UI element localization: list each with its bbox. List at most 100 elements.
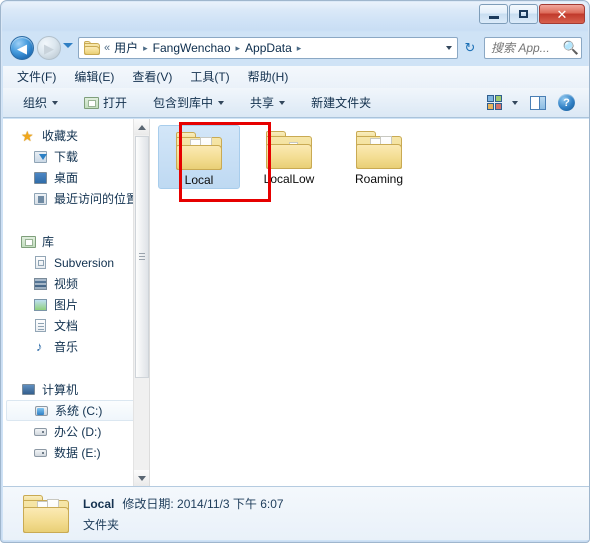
file-item-roaming[interactable]: Roaming [338,125,420,189]
history-dropdown-button[interactable] [63,43,74,53]
breadcrumb-separator-icon[interactable]: ▸ [140,38,151,58]
navigation-pane[interactable]: ★ 收藏夹 下载 桌面 最近访问的位置 库 Subversion 视频 图片 文… [3,119,150,486]
address-dropdown-button[interactable] [440,38,457,58]
maximize-button[interactable] [509,4,538,24]
address-bar-row: ◀ ▶ « 用户 ▸ FangWenchao ▸ AppData ▸ ↻ 搜索 … [2,32,589,65]
breadcrumb-overflow-icon[interactable]: « [101,38,112,58]
file-item-label: Local [184,173,214,187]
sidebar-item-recent-places[interactable]: 最近访问的位置 [3,188,149,209]
sidebar-item-desktop[interactable]: 桌面 [3,167,149,188]
file-list-pane[interactable]: Local LocalLow Roaming [150,119,589,486]
include-in-library-label: 包含到库中 [153,96,214,110]
sidebar-item-documents[interactable]: 文档 [3,315,149,336]
music-icon: ♪ [36,338,43,354]
breadcrumb: « 用户 ▸ FangWenchao ▸ AppData ▸ [79,38,440,58]
menu-item-edit[interactable]: 编辑(E) [74,67,114,87]
sidebar-item-favorites[interactable]: ★ 收藏夹 [3,125,149,146]
menu-item-help[interactable]: 帮助(H) [248,67,289,87]
sidebar-item-label: Subversion [54,255,115,270]
open-folder-icon [84,96,100,110]
sidebar-item-system-drive[interactable]: 系统 (C:) [6,400,146,421]
organize-button[interactable]: 组织 [17,92,64,114]
chevron-down-icon [138,475,146,481]
download-icon [33,149,49,165]
sidebar-item-office-drive[interactable]: 办公 (D:) [3,421,149,442]
nav-group-computer: 计算机 系统 (C:) 办公 (D:) 数据 (E:) [3,379,149,463]
minimize-button[interactable] [479,4,508,24]
sidebar-item-data-drive[interactable]: 数据 (E:) [3,442,149,463]
sidebar-item-label: 图片 [54,297,79,312]
menu-item-file[interactable]: 文件(F) [17,67,56,87]
breadcrumb-item-1[interactable]: FangWenchao [151,38,233,58]
sidebar-item-subversion[interactable]: Subversion [3,252,149,273]
file-item-locallow[interactable]: LocalLow [248,125,330,189]
details-text: Local 修改日期: 2014/11/3 下午 6:07 文件夹 [83,495,284,533]
chevron-down-icon [445,46,452,50]
new-folder-button[interactable]: 新建文件夹 [305,92,377,114]
chevron-down-icon [512,100,518,105]
refresh-button[interactable]: ↻ [460,38,480,58]
folder-icon [266,131,312,169]
breadcrumb-separator-icon[interactable]: ▸ [294,38,305,58]
chevron-down-icon [279,100,286,105]
folder-icon [23,494,69,533]
address-bar[interactable]: « 用户 ▸ FangWenchao ▸ AppData ▸ [78,37,458,59]
back-button[interactable]: ◀ [10,36,34,60]
scrollbar-thumb[interactable] [135,136,149,378]
details-item-name: Local [83,496,115,511]
sidebar-item-label: 库 [42,234,55,249]
explorer-window: ✕ ◀ ▶ « 用户 ▸ FangWenchao ▸ AppData ▸ ↻ 搜… [0,0,590,543]
toolbar: 组织 打开 包含到库中 共享 新建文件夹 ? [3,88,589,118]
search-icon: 🔍 [562,40,580,55]
sidebar-item-label: 下载 [54,149,79,164]
file-list: Local LocalLow Roaming [158,125,428,189]
minimize-icon [480,5,507,23]
share-button[interactable]: 共享 [244,92,291,114]
nav-group-favorites: ★ 收藏夹 下载 桌面 最近访问的位置 [3,125,149,209]
scroll-up-button[interactable] [134,119,149,135]
help-button[interactable]: ? [554,92,579,114]
details-line-primary: Local 修改日期: 2014/11/3 下午 6:07 [83,495,284,512]
details-modified-label: 修改日期: [122,496,174,511]
sidebar-item-downloads[interactable]: 下载 [3,146,149,167]
sidebar-item-pictures[interactable]: 图片 [3,294,149,315]
file-item-label: LocalLow [263,172,315,186]
details-item-type: 文件夹 [83,517,120,532]
preview-pane-button[interactable] [522,92,554,114]
folder-icon [84,41,100,55]
file-item-local[interactable]: Local [158,125,240,189]
sidebar-item-label: 音乐 [54,339,79,354]
breadcrumb-separator-icon[interactable]: ▸ [233,38,244,58]
menu-item-tools[interactable]: 工具(T) [190,67,229,87]
sidebar-item-libraries[interactable]: 库 [3,231,149,252]
preview-pane-icon [530,95,546,110]
change-view-button[interactable] [483,92,522,114]
sidebar-item-computer[interactable]: 计算机 [3,379,149,400]
search-input[interactable] [485,40,561,56]
open-button[interactable]: 打开 [78,92,133,114]
sidebar-item-label: 文档 [54,318,79,333]
chevron-up-icon [138,124,146,130]
sidebar-item-music[interactable]: ♪ 音乐 [3,336,149,357]
chevron-down-icon [63,43,73,48]
documents-icon [33,318,49,334]
breadcrumb-item-0[interactable]: 用户 [112,38,140,58]
library-icon [21,234,37,250]
close-button[interactable]: ✕ [539,4,585,24]
sidebar-item-label: 数据 (E:) [54,445,101,460]
search-box[interactable]: 🔍 [484,37,582,59]
toolbar-right-group: ? [483,92,589,114]
window-frame: ✕ ◀ ▶ « 用户 ▸ FangWenchao ▸ AppData ▸ ↻ 搜… [2,2,589,541]
menu-item-view[interactable]: 查看(V) [132,67,172,87]
share-label: 共享 [250,96,275,110]
breadcrumb-item-2[interactable]: AppData [243,38,294,58]
sidebar-item-label: 最近访问的位置 [54,191,139,206]
sidebar-item-label: 计算机 [42,382,79,397]
forward-button[interactable]: ▶ [37,36,61,60]
recent-places-icon [33,191,49,207]
sidebar-item-videos[interactable]: 视频 [3,273,149,294]
include-in-library-button[interactable]: 包含到库中 [147,92,230,114]
scroll-down-button[interactable] [134,470,149,486]
navigation-pane-scrollbar[interactable] [133,119,149,486]
close-icon: ✕ [556,6,568,22]
